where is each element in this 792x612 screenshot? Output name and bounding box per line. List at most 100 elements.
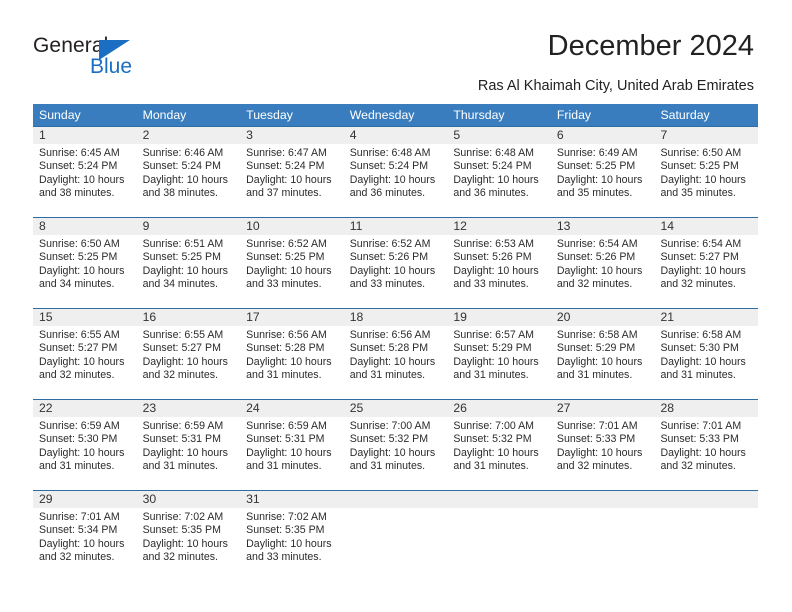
day-details: Sunrise: 6:50 AM Sunset: 5:25 PM Dayligh…	[39, 238, 137, 292]
sunrise-text: Sunrise: 6:58 AM	[556, 329, 638, 341]
calendar-day-cell-empty	[447, 491, 551, 581]
sunrise-text: Sunrise: 6:46 AM	[142, 147, 224, 159]
daylight-text-line2: and 31 minutes.	[349, 369, 426, 382]
calendar-day-cell[interactable]: 13 Sunrise: 6:54 AM Sunset: 5:26 PM Dayl…	[551, 218, 655, 308]
day-number: 4	[349, 128, 357, 142]
daylight-text-line2: and 33 minutes.	[349, 278, 426, 291]
calendar-day-cell[interactable]: 1 Sunrise: 6:45 AM Sunset: 5:24 PM Dayli…	[33, 127, 137, 217]
sunrise-text: Sunrise: 6:57 AM	[453, 329, 534, 341]
sunset-text: Sunset: 5:25 PM	[142, 251, 221, 264]
calendar-day-cell[interactable]: 21 Sunrise: 6:58 AM Sunset: 5:30 PM Dayl…	[654, 309, 758, 399]
calendar-day-cell[interactable]: 8 Sunrise: 6:50 AM Sunset: 5:25 PM Dayli…	[33, 218, 137, 308]
day-details: Sunrise: 7:02 AM Sunset: 5:35 PM Dayligh…	[246, 511, 344, 565]
calendar-day-cell[interactable]: 3 Sunrise: 6:47 AM Sunset: 5:24 PM Dayli…	[240, 127, 344, 217]
calendar-day-cell[interactable]: 22 Sunrise: 6:59 AM Sunset: 5:30 PM Dayl…	[33, 400, 137, 490]
logo-text-blue: Blue	[90, 55, 133, 78]
day-number	[350, 491, 448, 508]
daylight-text-line1: Daylight: 10 hours	[39, 537, 125, 550]
sunset-text: Sunset: 5:26 PM	[453, 251, 532, 264]
sunset-text: Sunset: 5:28 PM	[349, 342, 429, 355]
day-details: Sunrise: 6:50 AM Sunset: 5:25 PM Dayligh…	[660, 147, 758, 201]
calendar-day-cell[interactable]: 26 Sunrise: 7:00 AM Sunset: 5:32 PM Dayl…	[447, 400, 551, 490]
calendar-day-cell[interactable]: 19 Sunrise: 6:57 AM Sunset: 5:29 PM Dayl…	[447, 309, 551, 399]
day-number: 7	[660, 128, 668, 142]
calendar-day-cell[interactable]: 15 Sunrise: 6:55 AM Sunset: 5:27 PM Dayl…	[33, 309, 137, 399]
day-number: 31	[246, 492, 260, 506]
day-number: 3	[246, 128, 253, 142]
daylight-text-line2: and 31 minutes.	[453, 369, 529, 382]
sunset-text: Sunset: 5:31 PM	[246, 433, 325, 446]
calendar-day-cell[interactable]: 17 Sunrise: 6:56 AM Sunset: 5:28 PM Dayl…	[240, 309, 344, 399]
daylight-text-line1: Daylight: 10 hours	[142, 446, 228, 459]
calendar-day-cell[interactable]: 10 Sunrise: 6:52 AM Sunset: 5:25 PM Dayl…	[240, 218, 344, 308]
calendar-day-cell[interactable]: 28 Sunrise: 7:01 AM Sunset: 5:33 PM Dayl…	[654, 400, 758, 490]
sunset-text: Sunset: 5:26 PM	[556, 251, 636, 264]
calendar-day-cell[interactable]: 20 Sunrise: 6:58 AM Sunset: 5:29 PM Dayl…	[551, 309, 655, 399]
sunrise-text: Sunrise: 6:54 AM	[660, 238, 742, 250]
calendar-day-cell[interactable]: 5 Sunrise: 6:48 AM Sunset: 5:24 PM Dayli…	[447, 127, 551, 217]
calendar-day-cell[interactable]: 4 Sunrise: 6:48 AM Sunset: 5:24 PM Dayli…	[344, 127, 448, 217]
calendar-day-cell[interactable]: 6 Sunrise: 6:49 AM Sunset: 5:25 PM Dayli…	[551, 127, 655, 217]
calendar-day-cell[interactable]: 9 Sunrise: 6:51 AM Sunset: 5:25 PM Dayli…	[137, 218, 241, 308]
daylight-text-line1: Daylight: 10 hours	[39, 446, 125, 459]
calendar-week-row: 22 Sunrise: 6:59 AM Sunset: 5:30 PM Dayl…	[33, 399, 758, 490]
daylight-text-line1: Daylight: 10 hours	[142, 173, 228, 186]
sunrise-text: Sunrise: 7:02 AM	[246, 511, 327, 523]
sunset-text: Sunset: 5:25 PM	[556, 160, 636, 173]
calendar-day-cell-empty	[654, 491, 758, 581]
weekday-sunday: Sunday	[39, 108, 81, 122]
daylight-text-line2: and 32 minutes.	[556, 278, 633, 291]
calendar-day-cell[interactable]: 7 Sunrise: 6:50 AM Sunset: 5:25 PM Dayli…	[654, 127, 758, 217]
calendar-day-cell[interactable]: 12 Sunrise: 6:53 AM Sunset: 5:26 PM Dayl…	[447, 218, 551, 308]
day-number: 18	[349, 310, 364, 324]
calendar-grid: Sunday Monday Tuesday Wednesday Thursday…	[33, 104, 758, 581]
calendar-day-cell[interactable]: 29 Sunrise: 7:01 AM Sunset: 5:34 PM Dayl…	[33, 491, 137, 581]
generalblue-logo[interactable]: General Blue	[33, 34, 213, 84]
sunrise-text: Sunrise: 6:54 AM	[556, 238, 638, 250]
sunrise-text: Sunrise: 6:50 AM	[39, 238, 120, 250]
calendar-day-cell[interactable]: 31 Sunrise: 7:02 AM Sunset: 5:35 PM Dayl…	[240, 491, 344, 581]
page-header: General Blue December 2024 Ras Al Khaima…	[0, 0, 792, 100]
daylight-text-line1: Daylight: 10 hours	[246, 355, 332, 368]
calendar-week-row: 15 Sunrise: 6:55 AM Sunset: 5:27 PM Dayl…	[33, 308, 758, 399]
sunset-text: Sunset: 5:26 PM	[349, 251, 429, 264]
sunrise-text: Sunrise: 6:59 AM	[246, 420, 327, 432]
day-number: 12	[453, 219, 467, 233]
daylight-text-line1: Daylight: 10 hours	[246, 537, 332, 550]
calendar-day-cell[interactable]: 24 Sunrise: 6:59 AM Sunset: 5:31 PM Dayl…	[240, 400, 344, 490]
calendar-day-cell[interactable]: 14 Sunrise: 6:54 AM Sunset: 5:27 PM Dayl…	[654, 218, 758, 308]
sunrise-text: Sunrise: 6:48 AM	[349, 147, 431, 159]
sunrise-text: Sunrise: 6:59 AM	[39, 420, 120, 432]
sunset-text: Sunset: 5:29 PM	[556, 342, 636, 355]
page-subtitle-location: Ras Al Khaimah City, United Arab Emirate…	[477, 78, 754, 94]
daylight-text-line2: and 33 minutes.	[246, 278, 322, 291]
calendar-day-cell[interactable]: 18 Sunrise: 6:56 AM Sunset: 5:28 PM Dayl…	[344, 309, 448, 399]
daylight-text-line2: and 36 minutes.	[453, 187, 529, 200]
calendar-day-cell[interactable]: 27 Sunrise: 7:01 AM Sunset: 5:33 PM Dayl…	[551, 400, 655, 490]
daylight-text-line1: Daylight: 10 hours	[556, 446, 643, 459]
day-number: 15	[39, 310, 53, 324]
calendar-day-cell[interactable]: 16 Sunrise: 6:55 AM Sunset: 5:27 PM Dayl…	[137, 309, 241, 399]
daylight-text-line2: and 34 minutes.	[39, 278, 115, 291]
calendar-day-cell[interactable]: 25 Sunrise: 7:00 AM Sunset: 5:32 PM Dayl…	[344, 400, 448, 490]
daylight-text-line2: and 38 minutes.	[39, 187, 115, 200]
calendar-day-cell[interactable]: 2 Sunrise: 6:46 AM Sunset: 5:24 PM Dayli…	[137, 127, 241, 217]
day-details: Sunrise: 6:58 AM Sunset: 5:29 PM Dayligh…	[557, 329, 655, 383]
daylight-text-line2: and 31 minutes.	[142, 460, 218, 473]
day-details: Sunrise: 6:56 AM Sunset: 5:28 PM Dayligh…	[350, 329, 448, 383]
daylight-text-line2: and 32 minutes.	[142, 369, 218, 382]
sunset-text: Sunset: 5:24 PM	[453, 160, 532, 173]
calendar-day-cell[interactable]: 23 Sunrise: 6:59 AM Sunset: 5:31 PM Dayl…	[137, 400, 241, 490]
calendar-week-row: 1 Sunrise: 6:45 AM Sunset: 5:24 PM Dayli…	[33, 126, 758, 217]
daylight-text-line2: and 33 minutes.	[246, 551, 322, 564]
daylight-text-line1: Daylight: 10 hours	[39, 173, 125, 186]
calendar-day-cell[interactable]: 30 Sunrise: 7:02 AM Sunset: 5:35 PM Dayl…	[137, 491, 241, 581]
calendar-page: General Blue December 2024 Ras Al Khaima…	[0, 0, 792, 612]
sunset-text: Sunset: 5:35 PM	[142, 524, 221, 537]
day-number: 1	[39, 128, 46, 142]
calendar-day-cell[interactable]: 11 Sunrise: 6:52 AM Sunset: 5:26 PM Dayl…	[344, 218, 448, 308]
sunrise-text: Sunrise: 6:59 AM	[142, 420, 224, 432]
sunset-text: Sunset: 5:28 PM	[246, 342, 325, 355]
daylight-text-line1: Daylight: 10 hours	[453, 173, 539, 186]
sunrise-text: Sunrise: 7:01 AM	[556, 420, 638, 432]
